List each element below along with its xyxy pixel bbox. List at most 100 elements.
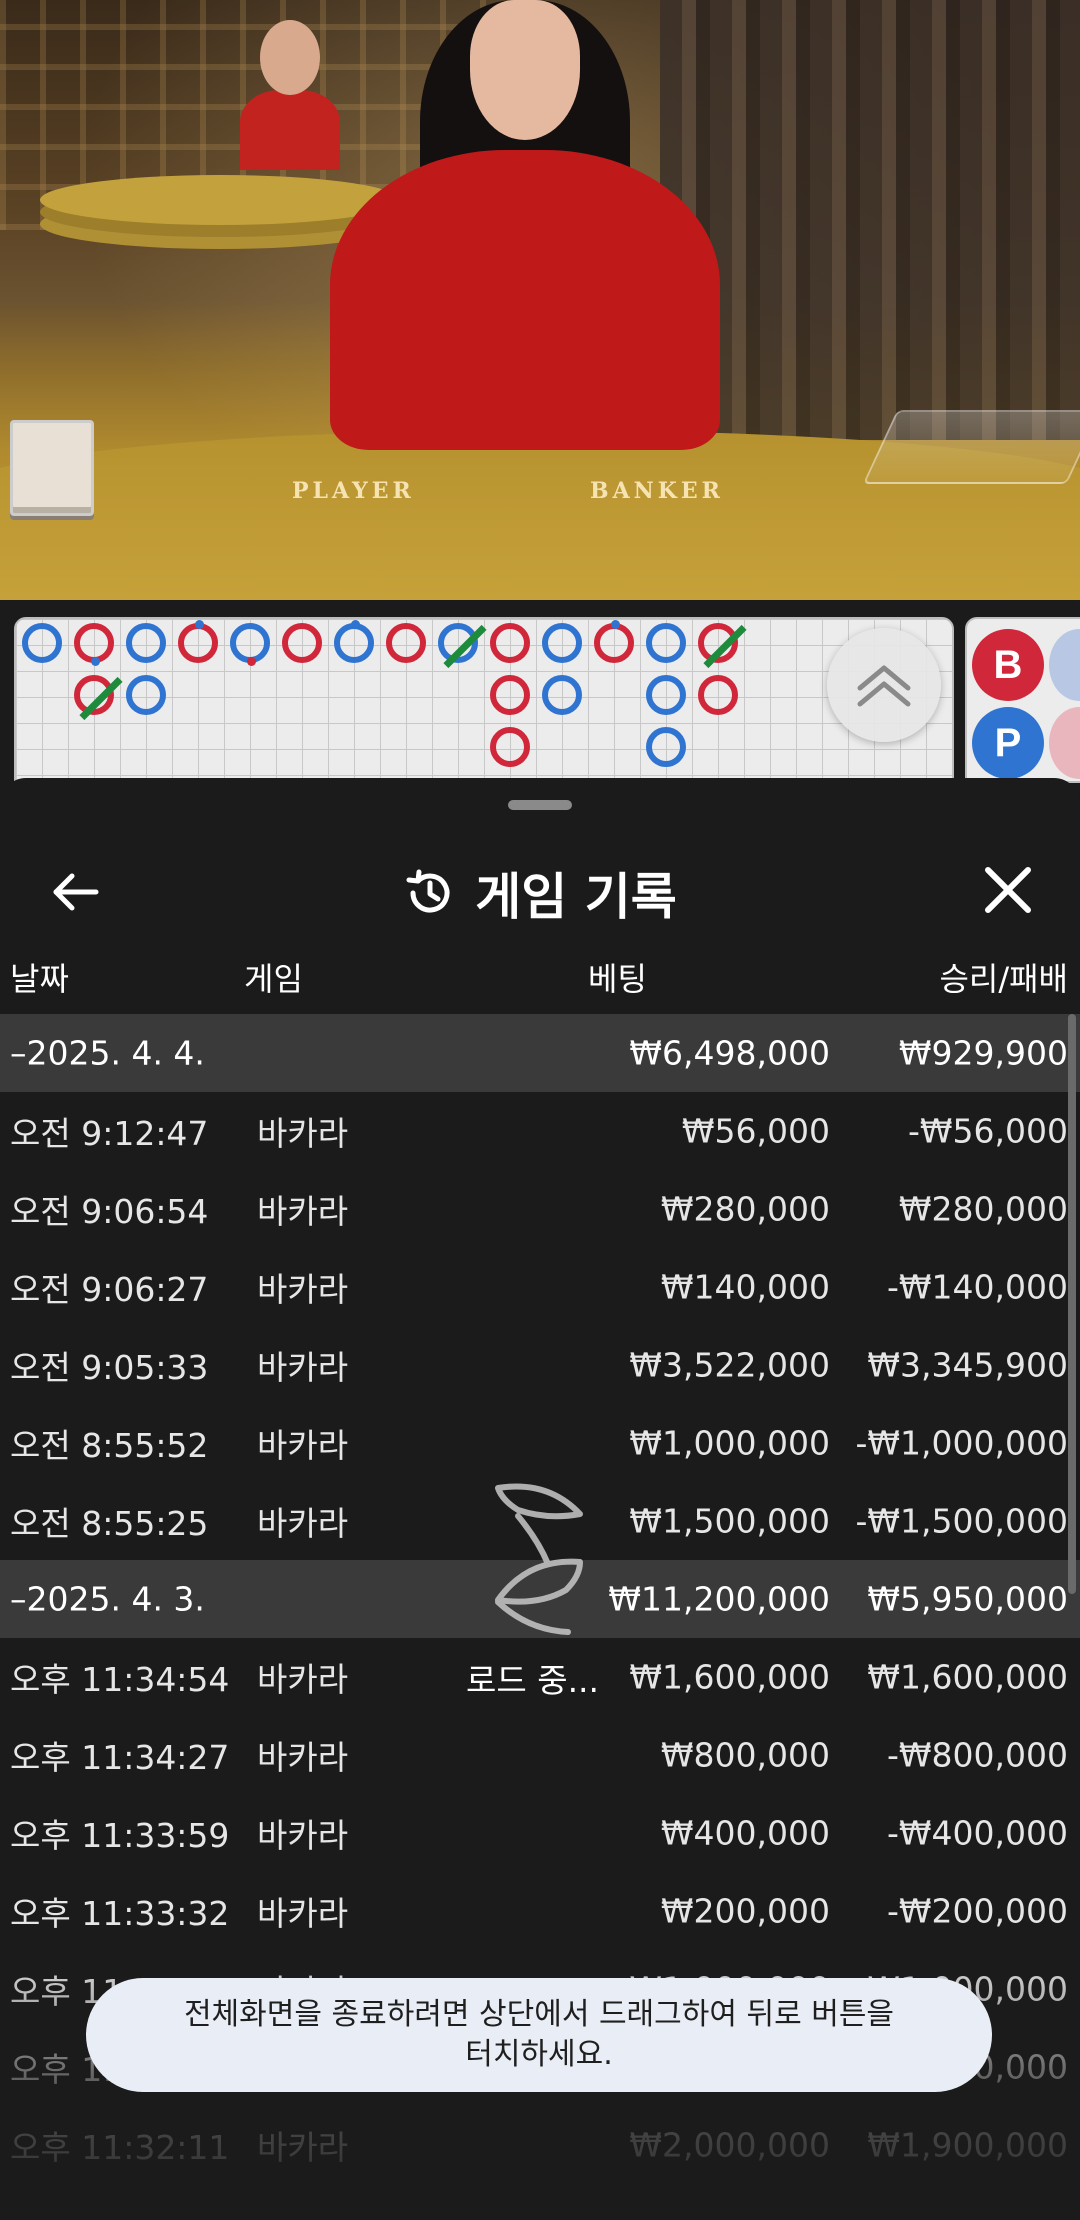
banker-bead xyxy=(698,623,747,669)
blue-ask-indicator xyxy=(1049,629,1080,701)
row-winloss: -₩140,000 xyxy=(886,1267,1068,1307)
history-row[interactable]: 오후 11:34:27 바카라 ₩800,000 -₩800,000 xyxy=(0,1716,1080,1794)
banker-bead xyxy=(490,727,530,767)
row-game: 바카라 xyxy=(257,1192,349,1231)
row-game: 바카라 xyxy=(257,1270,349,1309)
row-game: 바카라 xyxy=(257,1660,349,1699)
history-row[interactable]: 오전 9:05:33 바카라 ₩3,522,000 ₩3,345,900 xyxy=(0,1326,1080,1404)
row-bet: ₩400,000 xyxy=(660,1813,830,1853)
row-time: 오후 11:34:27 xyxy=(10,1738,230,1777)
row-time: 오전 8:55:25 xyxy=(10,1504,209,1543)
history-row[interactable]: 오전 8:55:52 바카라 ₩1,000,000 -₩1,000,000 xyxy=(0,1404,1080,1482)
player-bead xyxy=(230,623,270,666)
table-label-player: PLAYER xyxy=(292,478,415,504)
pair-dot xyxy=(91,657,100,666)
row-bet: ₩1,600,000 xyxy=(629,1657,830,1697)
banker-bead xyxy=(282,623,322,663)
banker-bead xyxy=(74,675,123,721)
loading-text: 로드 중... xyxy=(466,1661,600,1700)
player-bead xyxy=(542,675,582,715)
row-game: 바카라 xyxy=(257,1114,349,1153)
banker-ask-button[interactable]: B xyxy=(972,629,1044,701)
history-row[interactable]: 오전 9:06:27 바카라 ₩140,000 -₩140,000 xyxy=(0,1248,1080,1326)
row-winloss: ₩280,000 xyxy=(898,1189,1068,1229)
banker-bead xyxy=(490,675,530,715)
history-row[interactable]: 오전 9:06:54 바카라 ₩280,000 ₩280,000 xyxy=(0,1170,1080,1248)
row-time: 오전 9:06:54 xyxy=(10,1192,209,1231)
banker-bead xyxy=(178,620,218,663)
date-group-row[interactable]: –2025. 4. 4. ₩6,498,000 ₩929,900 xyxy=(0,1014,1080,1092)
row-time: 오후 11:33:59 xyxy=(10,1816,230,1855)
history-row[interactable]: 오전 9:12:47 바카라 ₩56,000 -₩56,000 xyxy=(0,1092,1080,1170)
row-time: 오후 11:34:54 xyxy=(10,1660,230,1699)
sheet-title: 게임 기록 xyxy=(475,868,677,926)
row-bet: ₩3,522,000 xyxy=(629,1345,830,1385)
pair-dot xyxy=(195,620,204,629)
row-winloss: -₩800,000 xyxy=(886,1735,1068,1775)
pair-dot xyxy=(351,620,360,629)
banker-bead xyxy=(490,623,530,663)
bead-road xyxy=(14,617,954,783)
player-bead xyxy=(646,675,686,715)
row-game: 바카라 xyxy=(257,1504,349,1543)
row-time: 오전 9:05:33 xyxy=(10,1348,209,1387)
tie-slash xyxy=(703,624,747,669)
ask-road-panel: B P xyxy=(965,617,1080,783)
group-date: –2025. 4. 4. xyxy=(10,1033,205,1073)
row-bet: ₩6,498,000 xyxy=(629,1033,830,1073)
close-icon xyxy=(985,867,1031,913)
row-winloss: -₩1,000,000 xyxy=(855,1423,1069,1463)
background-curtain xyxy=(660,0,1080,440)
row-game: 바카라 xyxy=(257,1816,349,1855)
row-winloss: ₩929,900 xyxy=(898,1033,1068,1073)
toast-line-1: 전체화면을 종료하려면 상단에서 드래그하여 뒤로 버튼을 xyxy=(183,1997,895,2032)
row-game: 바카라 xyxy=(257,1348,349,1387)
row-winloss: ₩5,950,000 xyxy=(867,1579,1068,1619)
player-bead xyxy=(646,727,686,767)
column-header-date: 날짜 xyxy=(10,960,69,998)
row-bet: ₩280,000 xyxy=(660,1189,830,1229)
list-scrollbar[interactable] xyxy=(1068,1014,1076,1594)
player-bead xyxy=(542,623,582,663)
tie-slash xyxy=(443,624,487,669)
player-bead xyxy=(126,675,166,715)
loading-spinner-icon xyxy=(488,1480,588,1640)
row-bet: ₩800,000 xyxy=(660,1735,830,1775)
player-bead xyxy=(334,620,374,663)
card-deck xyxy=(10,420,94,516)
sheet-header: 게임 기록 xyxy=(0,828,1080,958)
double-chevron-up-icon xyxy=(857,665,911,707)
pair-dot xyxy=(247,657,256,666)
row-winloss: -₩1,500,000 xyxy=(855,1501,1069,1541)
expand-road-button[interactable] xyxy=(827,628,941,742)
row-bet: ₩11,200,000 xyxy=(608,1579,830,1619)
drag-handle[interactable] xyxy=(508,800,572,810)
row-bet: ₩56,000 xyxy=(681,1111,830,1151)
player-ask-button[interactable]: P xyxy=(972,707,1044,779)
row-game: 바카라 xyxy=(257,1426,349,1465)
row-winloss: -₩56,000 xyxy=(907,1111,1068,1151)
column-header-bet: 베팅 xyxy=(588,960,647,998)
row-time: 오전 9:12:47 xyxy=(10,1114,209,1153)
tie-slash xyxy=(79,676,123,721)
row-bet: ₩200,000 xyxy=(660,1891,830,1931)
player-bead xyxy=(438,623,487,669)
row-winloss: -₩200,000 xyxy=(886,1891,1068,1931)
row-winloss: -₩400,000 xyxy=(886,1813,1068,1853)
player-bead xyxy=(22,623,62,663)
live-video: PLAYER BANKER xyxy=(0,0,1080,600)
banker-bead xyxy=(386,623,426,663)
red-ask-indicator xyxy=(1049,707,1080,779)
fullscreen-toast: 전체화면을 종료하려면 상단에서 드래그하여 뒤로 버튼을 터치하세요. xyxy=(86,1978,992,2092)
history-row[interactable]: 오후 11:33:59 바카라 ₩400,000 -₩400,000 xyxy=(0,1794,1080,1872)
close-button[interactable] xyxy=(978,860,1038,920)
row-time: 오전 8:55:52 xyxy=(10,1426,209,1465)
pair-dot xyxy=(611,620,620,629)
group-date: –2025. 4. 3. xyxy=(10,1579,205,1619)
player-bead xyxy=(126,623,166,663)
banker-bead xyxy=(594,620,634,663)
row-time: 오전 9:06:27 xyxy=(10,1270,209,1309)
table-label-banker: BANKER xyxy=(590,478,724,504)
history-row[interactable]: 오후 11:33:32 바카라 ₩200,000 -₩200,000 xyxy=(0,1872,1080,1950)
row-winloss: ₩3,345,900 xyxy=(867,1345,1068,1385)
